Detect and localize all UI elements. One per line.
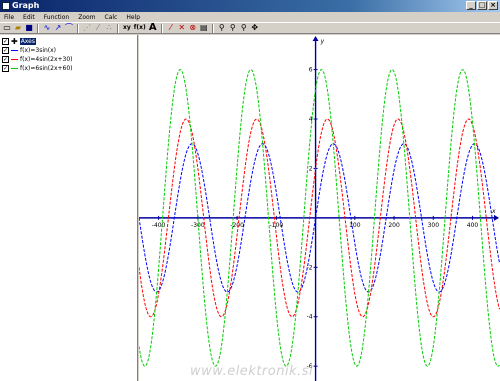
zoom-in-icon[interactable]: ⚲ bbox=[217, 23, 227, 33]
function-list-panel: ✓ ✚ Axes ✓ f(x)=3sin(x) ✓ f(x)=4sin(2x+3… bbox=[0, 35, 138, 381]
insert-tangent-icon[interactable]: ↗ bbox=[53, 23, 63, 33]
delete-function-icon[interactable]: ✕ bbox=[177, 23, 187, 33]
y-axis-arrow-icon bbox=[312, 36, 319, 41]
y-tick-label: 6 bbox=[309, 67, 313, 74]
x-tick-label: 400 bbox=[467, 222, 479, 229]
checkbox[interactable]: ✓ bbox=[2, 37, 9, 45]
line-swatch-icon bbox=[11, 65, 18, 72]
menu-calc[interactable]: Calc bbox=[104, 14, 119, 21]
open-folder-icon[interactable]: ▰ bbox=[13, 23, 23, 33]
menu-edit[interactable]: Edit bbox=[22, 14, 36, 21]
function-item-2[interactable]: ✓ f(x)=4sin(2x+30) bbox=[2, 55, 73, 63]
checkbox[interactable]: ✓ bbox=[2, 46, 9, 54]
y-tick-label: -4 bbox=[307, 314, 313, 321]
table-icon[interactable]: ▤ bbox=[199, 23, 209, 33]
toolbar-separator bbox=[211, 23, 214, 33]
menu-zoom[interactable]: Zoom bbox=[77, 14, 96, 21]
toolbar: ▭ ▰ ■ ∿ ↗ ⌒ ⋰ ⁄ ∴ xy f(x) A ⁄ ✕ ⊗ ▤ ⚲ ⚲ … bbox=[0, 22, 500, 34]
edit-function-icon[interactable]: ⁄ bbox=[166, 23, 176, 33]
line-swatch-icon bbox=[11, 47, 18, 54]
axes-icon: ✚ bbox=[11, 36, 18, 46]
window-title: Graph bbox=[12, 1, 40, 10]
graph-canvas[interactable]: x y -400 -300 -200 -100 100 200 300 400 -6 -4 -2 2 4 6 bbox=[139, 35, 500, 381]
function-label: f(x)=3sin(x) bbox=[20, 46, 57, 54]
toolbar-separator bbox=[117, 23, 119, 33]
axes-button[interactable]: xy bbox=[122, 23, 132, 33]
function-label: f(x)=4sin(2x+30) bbox=[20, 55, 73, 63]
save-icon[interactable]: ■ bbox=[24, 23, 34, 33]
menu-file[interactable]: File bbox=[3, 14, 15, 21]
toolbar-separator bbox=[160, 23, 163, 33]
move-icon[interactable]: ✥ bbox=[250, 23, 260, 33]
maximize-button[interactable]: □ bbox=[477, 1, 487, 10]
insert-shading-icon[interactable]: ⌒ bbox=[64, 23, 74, 33]
zoom-out-icon[interactable]: ⚲ bbox=[228, 23, 238, 33]
x-axis-label: x bbox=[491, 208, 496, 215]
menu-bar: File Edit Function Zoom Calc Help bbox=[0, 12, 500, 22]
toolbar-separator bbox=[37, 23, 39, 33]
insert-relation-icon[interactable]: ⊗ bbox=[188, 23, 198, 33]
x-tick-label: 300 bbox=[428, 222, 440, 229]
x-tick-label: 100 bbox=[349, 222, 361, 229]
line-swatch-icon bbox=[11, 56, 18, 63]
toolbar-separator bbox=[77, 23, 79, 33]
zoom-fit-icon[interactable]: ⚲ bbox=[239, 23, 249, 33]
x-tick-label: 200 bbox=[388, 222, 400, 229]
watermark-text: www.elektronik.si bbox=[190, 364, 314, 379]
function-item-3[interactable]: ✓ f(x)=6sin(2x+60) bbox=[2, 64, 73, 72]
insert-function-icon[interactable]: ∿ bbox=[42, 23, 52, 33]
minimize-button[interactable]: _ bbox=[466, 1, 476, 10]
function-button[interactable]: f(x) bbox=[133, 23, 147, 33]
new-file-icon[interactable]: ▭ bbox=[2, 23, 12, 33]
menu-function[interactable]: Function bbox=[43, 14, 71, 21]
series-icon[interactable]: ⋰ bbox=[82, 23, 92, 33]
tree-item-label: Axes bbox=[19, 37, 36, 45]
menu-help[interactable]: Help bbox=[125, 14, 141, 21]
app-icon bbox=[2, 2, 10, 10]
function-label: f(x)=6sin(2x+60) bbox=[20, 64, 73, 72]
tree-item-axes[interactable]: ✓ ✚ Axes bbox=[2, 36, 36, 46]
y-tick-label: 2 bbox=[309, 165, 313, 172]
function-item-1[interactable]: ✓ f(x)=3sin(x) bbox=[2, 46, 56, 54]
title-bar: Graph _ □ × bbox=[0, 0, 500, 12]
checkbox[interactable]: ✓ bbox=[2, 55, 9, 63]
point-series-icon[interactable]: ∴ bbox=[104, 23, 114, 33]
function-plot: xy-400 -300 -200 -100 100 200 300 400-6-4-2246 bbox=[139, 36, 500, 381]
y-axis-label: y bbox=[320, 38, 325, 45]
close-button[interactable]: × bbox=[488, 1, 498, 10]
text-label-button[interactable]: A bbox=[148, 23, 158, 33]
trendline-icon[interactable]: ⁄ bbox=[93, 23, 103, 33]
checkbox[interactable]: ✓ bbox=[2, 64, 9, 72]
x-tick-label: -400 bbox=[152, 222, 166, 229]
x-axis-arrow-icon bbox=[494, 214, 499, 221]
window-controls: _ □ × bbox=[466, 1, 498, 10]
